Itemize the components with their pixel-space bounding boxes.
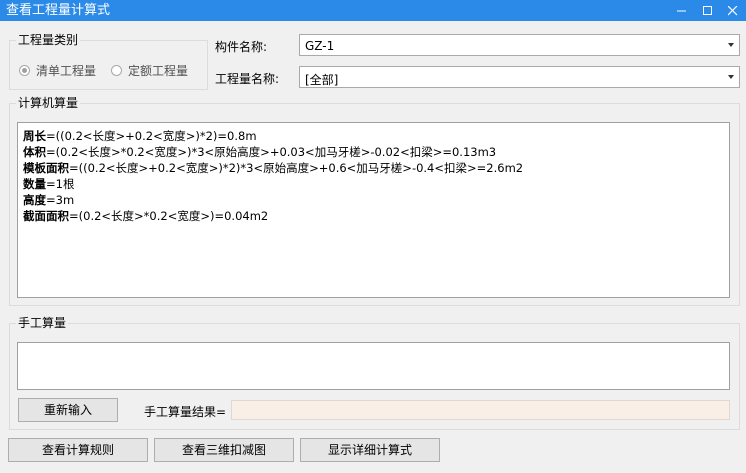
calc-line: 高度=3m — [23, 192, 523, 208]
manual-result-label: 手工算量结果= — [144, 405, 227, 419]
qty-name-value: [全部] — [305, 73, 339, 87]
qty-name-select[interactable]: [全部] — [299, 66, 740, 88]
minimize-button[interactable] — [669, 0, 695, 21]
calc-line-expr: =(0.2<长度>*0.2<宽度>)*3<原始高度>+0.03<加马牙槎>-0.… — [46, 145, 497, 159]
close-button[interactable] — [720, 0, 746, 21]
show-detail-button[interactable]: 显示详细计算式 — [300, 438, 440, 462]
maximize-icon — [703, 6, 712, 15]
component-name-select[interactable]: GZ-1 — [299, 34, 740, 56]
calc-line-name: 体积 — [23, 145, 46, 159]
computer-calc-legend: 计算机算量 — [16, 96, 81, 110]
calc-line-expr: =((0.2<长度>+0.2<宽度>)*2)*3<原始高度>+0.6<加马牙槎>… — [69, 161, 524, 175]
calc-line: 截面面积=(0.2<长度>*0.2<宽度>)=0.04m2 — [23, 208, 523, 224]
calc-line: 数量=1根 — [23, 176, 523, 192]
calc-line-name: 数量 — [23, 177, 46, 191]
calc-lines: 周长=((0.2<长度>+0.2<宽度>)*2)=0.8m 体积=(0.2<长度>… — [23, 128, 523, 224]
window-title: 查看工程量计算式 — [6, 3, 111, 18]
chevron-down-icon — [728, 75, 734, 79]
computer-calc-textbox[interactable]: 周长=((0.2<长度>+0.2<宽度>)*2)=0.8m 体积=(0.2<长度>… — [17, 122, 730, 298]
calc-line-name: 截面面积 — [23, 209, 69, 223]
title-bar: 查看工程量计算式 — [0, 0, 746, 21]
view-rules-button[interactable]: 查看计算规则 — [8, 438, 148, 462]
calc-line-name: 模板面积 — [23, 161, 69, 175]
radio-bill-qty[interactable]: 清单工程量 — [19, 62, 96, 79]
radio-unchecked-icon — [111, 65, 122, 76]
view-3d-button[interactable]: 查看三维扣减图 — [154, 438, 294, 462]
calc-line-expr: =3m — [46, 193, 75, 207]
radio-quota-qty[interactable]: 定额工程量 — [111, 62, 188, 79]
radio-checked-icon — [19, 65, 30, 76]
reenter-button[interactable]: 重新输入 — [18, 398, 118, 422]
calc-line: 周长=((0.2<长度>+0.2<宽度>)*2)=0.8m — [23, 128, 523, 144]
calc-line-expr: =(0.2<长度>*0.2<宽度>)=0.04m2 — [69, 209, 269, 223]
calc-line: 模板面积=((0.2<长度>+0.2<宽度>)*2)*3<原始高度>+0.6<加… — [23, 160, 523, 176]
calc-line-name: 高度 — [23, 193, 46, 207]
maximize-button[interactable] — [695, 0, 721, 21]
calc-line-expr: =((0.2<长度>+0.2<宽度>)*2)=0.8m — [46, 129, 257, 143]
calc-line-expr: =1根 — [46, 177, 75, 191]
qty-category-legend: 工程量类别 — [16, 33, 81, 47]
component-name-value: GZ-1 — [305, 39, 335, 53]
close-icon — [728, 6, 738, 16]
chevron-down-icon — [728, 43, 734, 47]
radio-quota-qty-label: 定额工程量 — [128, 64, 189, 78]
component-name-label: 构件名称: — [215, 40, 268, 54]
calc-line-name: 周长 — [23, 129, 46, 143]
manual-result-field — [231, 400, 730, 420]
minimize-icon — [677, 10, 686, 12]
manual-calc-legend: 手工算量 — [16, 316, 69, 330]
qty-name-label: 工程量名称: — [215, 72, 280, 86]
manual-calc-input[interactable] — [17, 342, 730, 390]
calc-line: 体积=(0.2<长度>*0.2<宽度>)*3<原始高度>+0.03<加马牙槎>-… — [23, 144, 523, 160]
radio-bill-qty-label: 清单工程量 — [36, 64, 97, 78]
